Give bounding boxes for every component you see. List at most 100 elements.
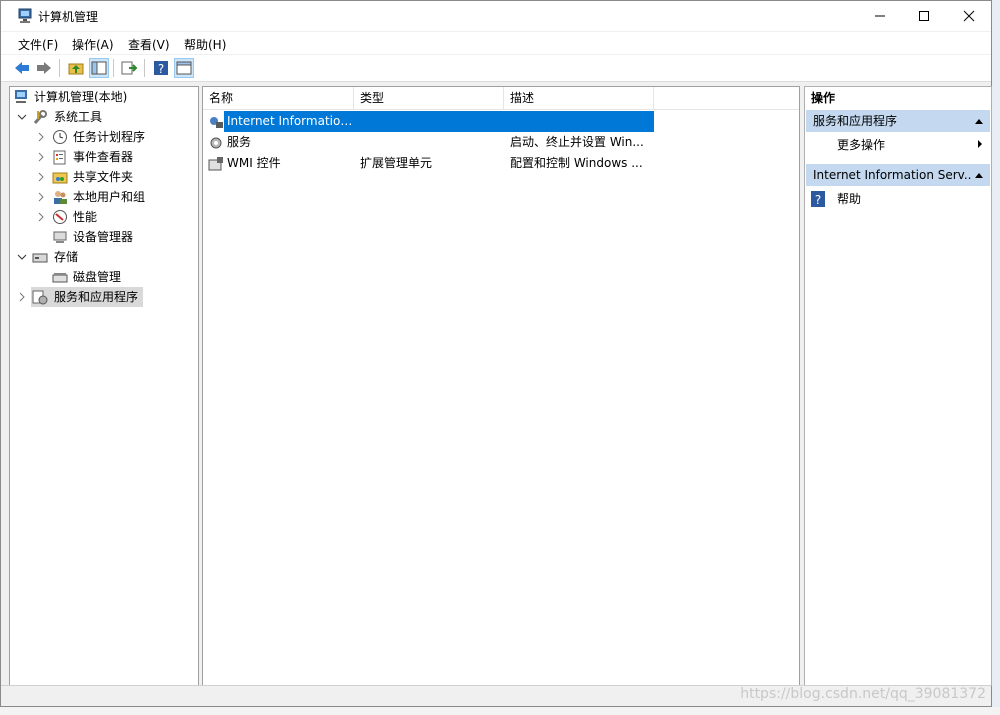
action-pane: 操作 服务和应用程序 更多操作 Internet Information Ser… <box>804 86 992 686</box>
tree-item-event-viewer[interactable]: 事件查看器 <box>10 147 198 167</box>
action-section-title: 服务和应用程序 <box>813 114 898 128</box>
computer-management-window: 计算机管理 文件(F) 操作(A) 查看(V) 帮助(H) ? 计算机管理(本地… <box>0 0 992 707</box>
collapse-chevron-icon[interactable] <box>16 247 28 267</box>
toolbar-separator <box>113 59 114 77</box>
list-cell-description: 启动、终止并设置 Win... <box>510 135 644 149</box>
tree-item-label: 系统工具 <box>54 110 103 124</box>
tree-item-local-users[interactable]: 本地用户和组 <box>10 187 198 207</box>
expand-chevron-icon[interactable] <box>35 147 47 167</box>
action-section-iis[interactable]: Internet Information Serv... <box>806 164 990 186</box>
maximize-icon <box>919 11 929 21</box>
show-hide-action-pane-button[interactable] <box>174 58 194 78</box>
tree-item-services-applications[interactable]: 服务和应用程序 <box>10 287 198 307</box>
expand-chevron-icon[interactable] <box>35 167 47 187</box>
tree-item-label: 服务和应用程序 <box>54 290 139 304</box>
back-button[interactable] <box>12 58 32 78</box>
tree-item-label: 存储 <box>54 250 79 264</box>
tree-item-shared-folders[interactable]: 共享文件夹 <box>10 167 198 187</box>
svg-text:?: ? <box>158 62 164 76</box>
tree-item-label: 磁盘管理 <box>73 270 122 284</box>
tree-item-label: 本地用户和组 <box>73 190 146 204</box>
tree-item-task-scheduler[interactable]: 任务计划程序 <box>10 127 198 147</box>
expand-chevron-icon[interactable] <box>35 187 47 207</box>
show-hide-console-tree-button[interactable] <box>89 58 109 78</box>
action-pane-header: 操作 <box>811 91 836 105</box>
list-cell-type: 扩展管理单元 <box>360 156 433 170</box>
tree-item-root[interactable]: 计算机管理(本地) <box>10 87 198 107</box>
menu-view[interactable]: 查看(V) <box>128 36 170 53</box>
title-bar[interactable]: 计算机管理 <box>1 1 991 31</box>
list-row-services[interactable]: 服务 启动、终止并设置 Win... <box>203 132 799 153</box>
tree-item-label: 设备管理器 <box>73 230 134 244</box>
column-header-description[interactable]: 描述 <box>504 87 654 109</box>
tree-item-label: 性能 <box>73 210 98 224</box>
toolbar: ? <box>1 55 991 82</box>
system-tools-icon <box>32 109 48 125</box>
maximize-button[interactable] <box>901 1 947 31</box>
tree-item-storage[interactable]: 存储 <box>10 247 198 267</box>
storage-icon <box>32 249 48 265</box>
action-help[interactable]: ? 帮助 <box>805 188 991 210</box>
forward-button[interactable] <box>34 58 54 78</box>
minimize-button[interactable] <box>857 1 903 31</box>
column-header-type[interactable]: 类型 <box>354 87 504 109</box>
watermark-text: https://blog.csdn.net/qq_39081372 <box>740 686 986 702</box>
back-arrow-icon <box>15 62 29 74</box>
list-row-wmi[interactable]: WMI 控件 扩展管理单元 配置和控制 Windows ... <box>203 153 799 174</box>
toolbar-separator <box>144 59 145 77</box>
list-cell-name: WMI 控件 <box>227 156 281 170</box>
column-header-row: 名称 类型 描述 <box>203 87 799 110</box>
tree-item-label: 共享文件夹 <box>73 170 134 184</box>
up-folder-icon <box>68 63 84 75</box>
menu-bar: 文件(F) 操作(A) 查看(V) 帮助(H) <box>1 32 991 54</box>
action-section-services-applications[interactable]: 服务和应用程序 <box>806 110 990 132</box>
menu-help[interactable]: 帮助(H) <box>184 36 226 53</box>
expand-chevron-icon[interactable] <box>16 287 28 307</box>
action-label: 帮助 <box>837 192 862 206</box>
computer-management-icon <box>13 89 29 105</box>
list-cell-description: 配置和控制 Windows ... <box>510 156 643 170</box>
desktop-bottom-strip <box>0 707 1000 715</box>
close-button[interactable] <box>946 1 992 31</box>
up-one-level-button[interactable] <box>66 58 86 78</box>
local-users-icon <box>52 189 68 205</box>
submenu-arrow-icon <box>977 134 983 156</box>
svg-text:?: ? <box>815 193 821 207</box>
menu-action[interactable]: 操作(A) <box>72 36 114 53</box>
list-cell-name: 服务 <box>227 135 252 149</box>
menu-file[interactable]: 文件(F) <box>18 36 58 53</box>
services-applications-icon <box>32 289 48 305</box>
action-label: 更多操作 <box>837 138 886 152</box>
expand-chevron-icon[interactable] <box>35 207 47 227</box>
collapse-chevron-icon[interactable] <box>16 107 28 127</box>
device-manager-icon <box>52 229 68 245</box>
export-list-icon <box>121 61 137 75</box>
performance-icon <box>52 209 68 225</box>
tree-item-performance[interactable]: 性能 <box>10 207 198 227</box>
help-icon: ? <box>154 61 168 76</box>
task-scheduler-icon <box>52 129 68 145</box>
show-hide-action-pane-icon <box>176 61 192 75</box>
desktop-background-strip <box>992 0 1000 715</box>
list-row-iis[interactable]: Internet Information... <box>203 111 799 132</box>
shared-folders-icon <box>52 169 68 185</box>
tree-item-disk-management[interactable]: 磁盘管理 <box>10 267 198 287</box>
tree-item-label: 任务计划程序 <box>73 130 146 144</box>
computer-management-app-icon <box>17 8 33 27</box>
action-more-actions[interactable]: 更多操作 <box>805 134 991 156</box>
column-header-name[interactable]: 名称 <box>203 87 354 109</box>
help-icon: ? <box>811 191 825 214</box>
collapse-section-icon[interactable] <box>974 110 984 132</box>
window-title: 计算机管理 <box>38 10 99 24</box>
export-list-button[interactable] <box>119 58 139 78</box>
tree-item-system-tools[interactable]: 系统工具 <box>10 107 198 127</box>
toolbar-separator <box>59 59 60 77</box>
help-button[interactable]: ? <box>151 58 171 78</box>
minimize-icon <box>875 15 885 17</box>
collapse-section-icon[interactable] <box>972 164 984 186</box>
list-cell-name: Internet Information... <box>227 114 353 128</box>
results-list-pane: 名称 类型 描述 Internet Information... 服务 启动、终… <box>202 86 800 686</box>
action-section-title: Internet Information Serv... <box>813 168 976 182</box>
tree-item-device-manager[interactable]: 设备管理器 <box>10 227 198 247</box>
expand-chevron-icon[interactable] <box>35 127 47 147</box>
